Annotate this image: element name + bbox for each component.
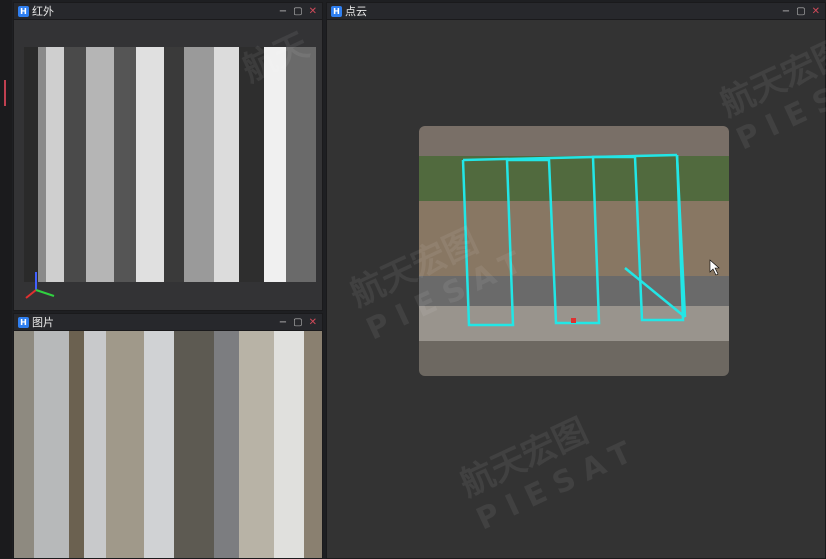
pointcloud-title: 点云 <box>345 5 367 18</box>
pointcloud-titlebar[interactable]: H 点云 − ▢ ✕ <box>327 3 825 20</box>
minimize-button[interactable]: − <box>279 6 287 17</box>
axis-gizmo-icon <box>25 272 55 299</box>
maximize-button[interactable]: ▢ <box>293 317 302 328</box>
infrared-titlebar[interactable]: H 红外 − ▢ ✕ <box>14 3 322 20</box>
close-button[interactable]: ✕ <box>309 317 317 328</box>
infrared-panel: H 红外 − ▢ ✕ <box>13 2 323 311</box>
maximize-button[interactable]: ▢ <box>796 6 805 17</box>
photo-title: 图片 <box>32 316 54 329</box>
maximize-button[interactable]: ▢ <box>293 6 302 17</box>
infrared-title: 红外 <box>32 5 54 18</box>
flight-path <box>461 153 720 327</box>
left-dock-strip <box>0 0 12 559</box>
minimize-button[interactable]: − <box>279 317 287 328</box>
close-button[interactable]: ✕ <box>309 6 317 17</box>
photo-titlebar[interactable]: H 图片 − ▢ ✕ <box>14 314 322 331</box>
app-logo-icon: H <box>331 5 342 17</box>
app-logo-icon: H <box>18 5 29 17</box>
photo-viewport[interactable] <box>14 331 322 558</box>
minimize-button[interactable]: − <box>782 6 790 17</box>
infrared-viewport[interactable] <box>14 20 322 310</box>
dock-indicator <box>4 80 6 106</box>
app-logo-icon: H <box>18 316 29 328</box>
photo-panel: H 图片 − ▢ ✕ <box>13 313 323 559</box>
infrared-image <box>24 47 316 282</box>
close-button[interactable]: ✕ <box>812 6 820 17</box>
aerial-photo <box>14 331 322 558</box>
pointcloud-panel: H 点云 − ▢ ✕ <box>326 2 826 559</box>
pointcloud-viewport[interactable] <box>327 20 825 558</box>
